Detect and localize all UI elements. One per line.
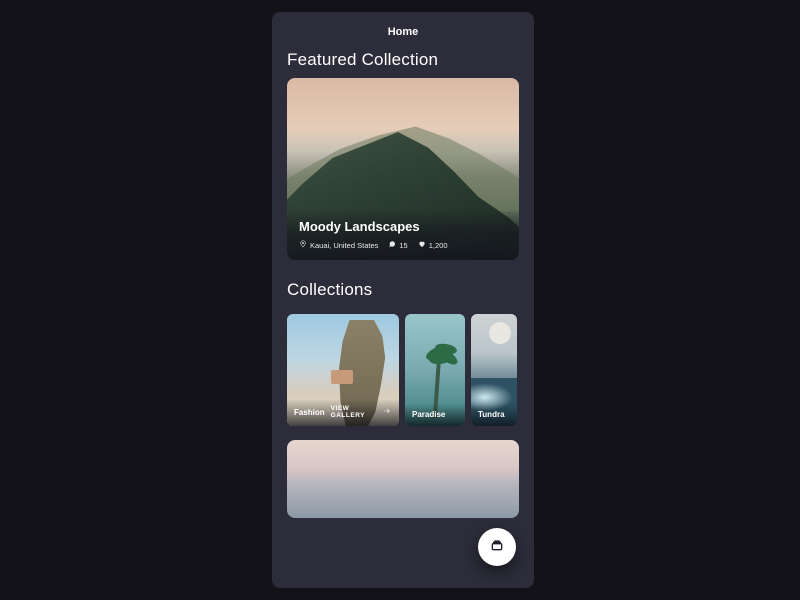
view-gallery-label: VIEW GALLERY [331, 405, 378, 419]
floating-action-button[interactable] [478, 528, 516, 566]
arrow-right-icon [382, 407, 392, 417]
collections-row: Fashion VIEW GALLERY Paradise Tundra [272, 314, 534, 426]
collection-card-tundra[interactable]: Tundra [471, 314, 517, 426]
collection-card-paradise[interactable]: Paradise [405, 314, 465, 426]
view-gallery-button[interactable]: VIEW GALLERY [331, 405, 392, 419]
featured-section-title: Featured Collection [272, 48, 534, 78]
heart-icon [418, 240, 426, 250]
featured-comments: 15 [399, 241, 407, 250]
wide-preview-card[interactable] [287, 440, 519, 518]
collection-footer: Fashion VIEW GALLERY [287, 399, 399, 426]
nav-title: Home [272, 12, 534, 48]
featured-likes: 1,200 [429, 241, 448, 250]
featured-overlay: Moody Landscapes Kauai, United States 15 [287, 209, 519, 260]
collection-label: Paradise [412, 410, 445, 419]
collection-card-fashion[interactable]: Fashion VIEW GALLERY [287, 314, 399, 426]
featured-location: Kauai, United States [310, 241, 378, 250]
featured-title: Moody Landscapes [299, 219, 507, 234]
collections-section-title: Collections [272, 278, 534, 308]
collection-label: Tundra [478, 410, 505, 419]
collection-label: Fashion [294, 408, 325, 417]
collection-footer: Tundra [471, 404, 517, 426]
comments-meta: 15 [388, 240, 407, 250]
comment-icon [388, 240, 396, 250]
featured-card[interactable]: Moody Landscapes Kauai, United States 15 [287, 78, 519, 260]
likes-meta: 1,200 [418, 240, 448, 250]
phone-frame: Home Featured Collection Moody Landscape… [272, 12, 534, 588]
stack-icon [489, 537, 505, 558]
pin-icon [299, 240, 307, 250]
collection-footer: Paradise [405, 404, 465, 426]
featured-meta: Kauai, United States 15 1,200 [299, 240, 507, 250]
location-meta: Kauai, United States [299, 240, 378, 250]
